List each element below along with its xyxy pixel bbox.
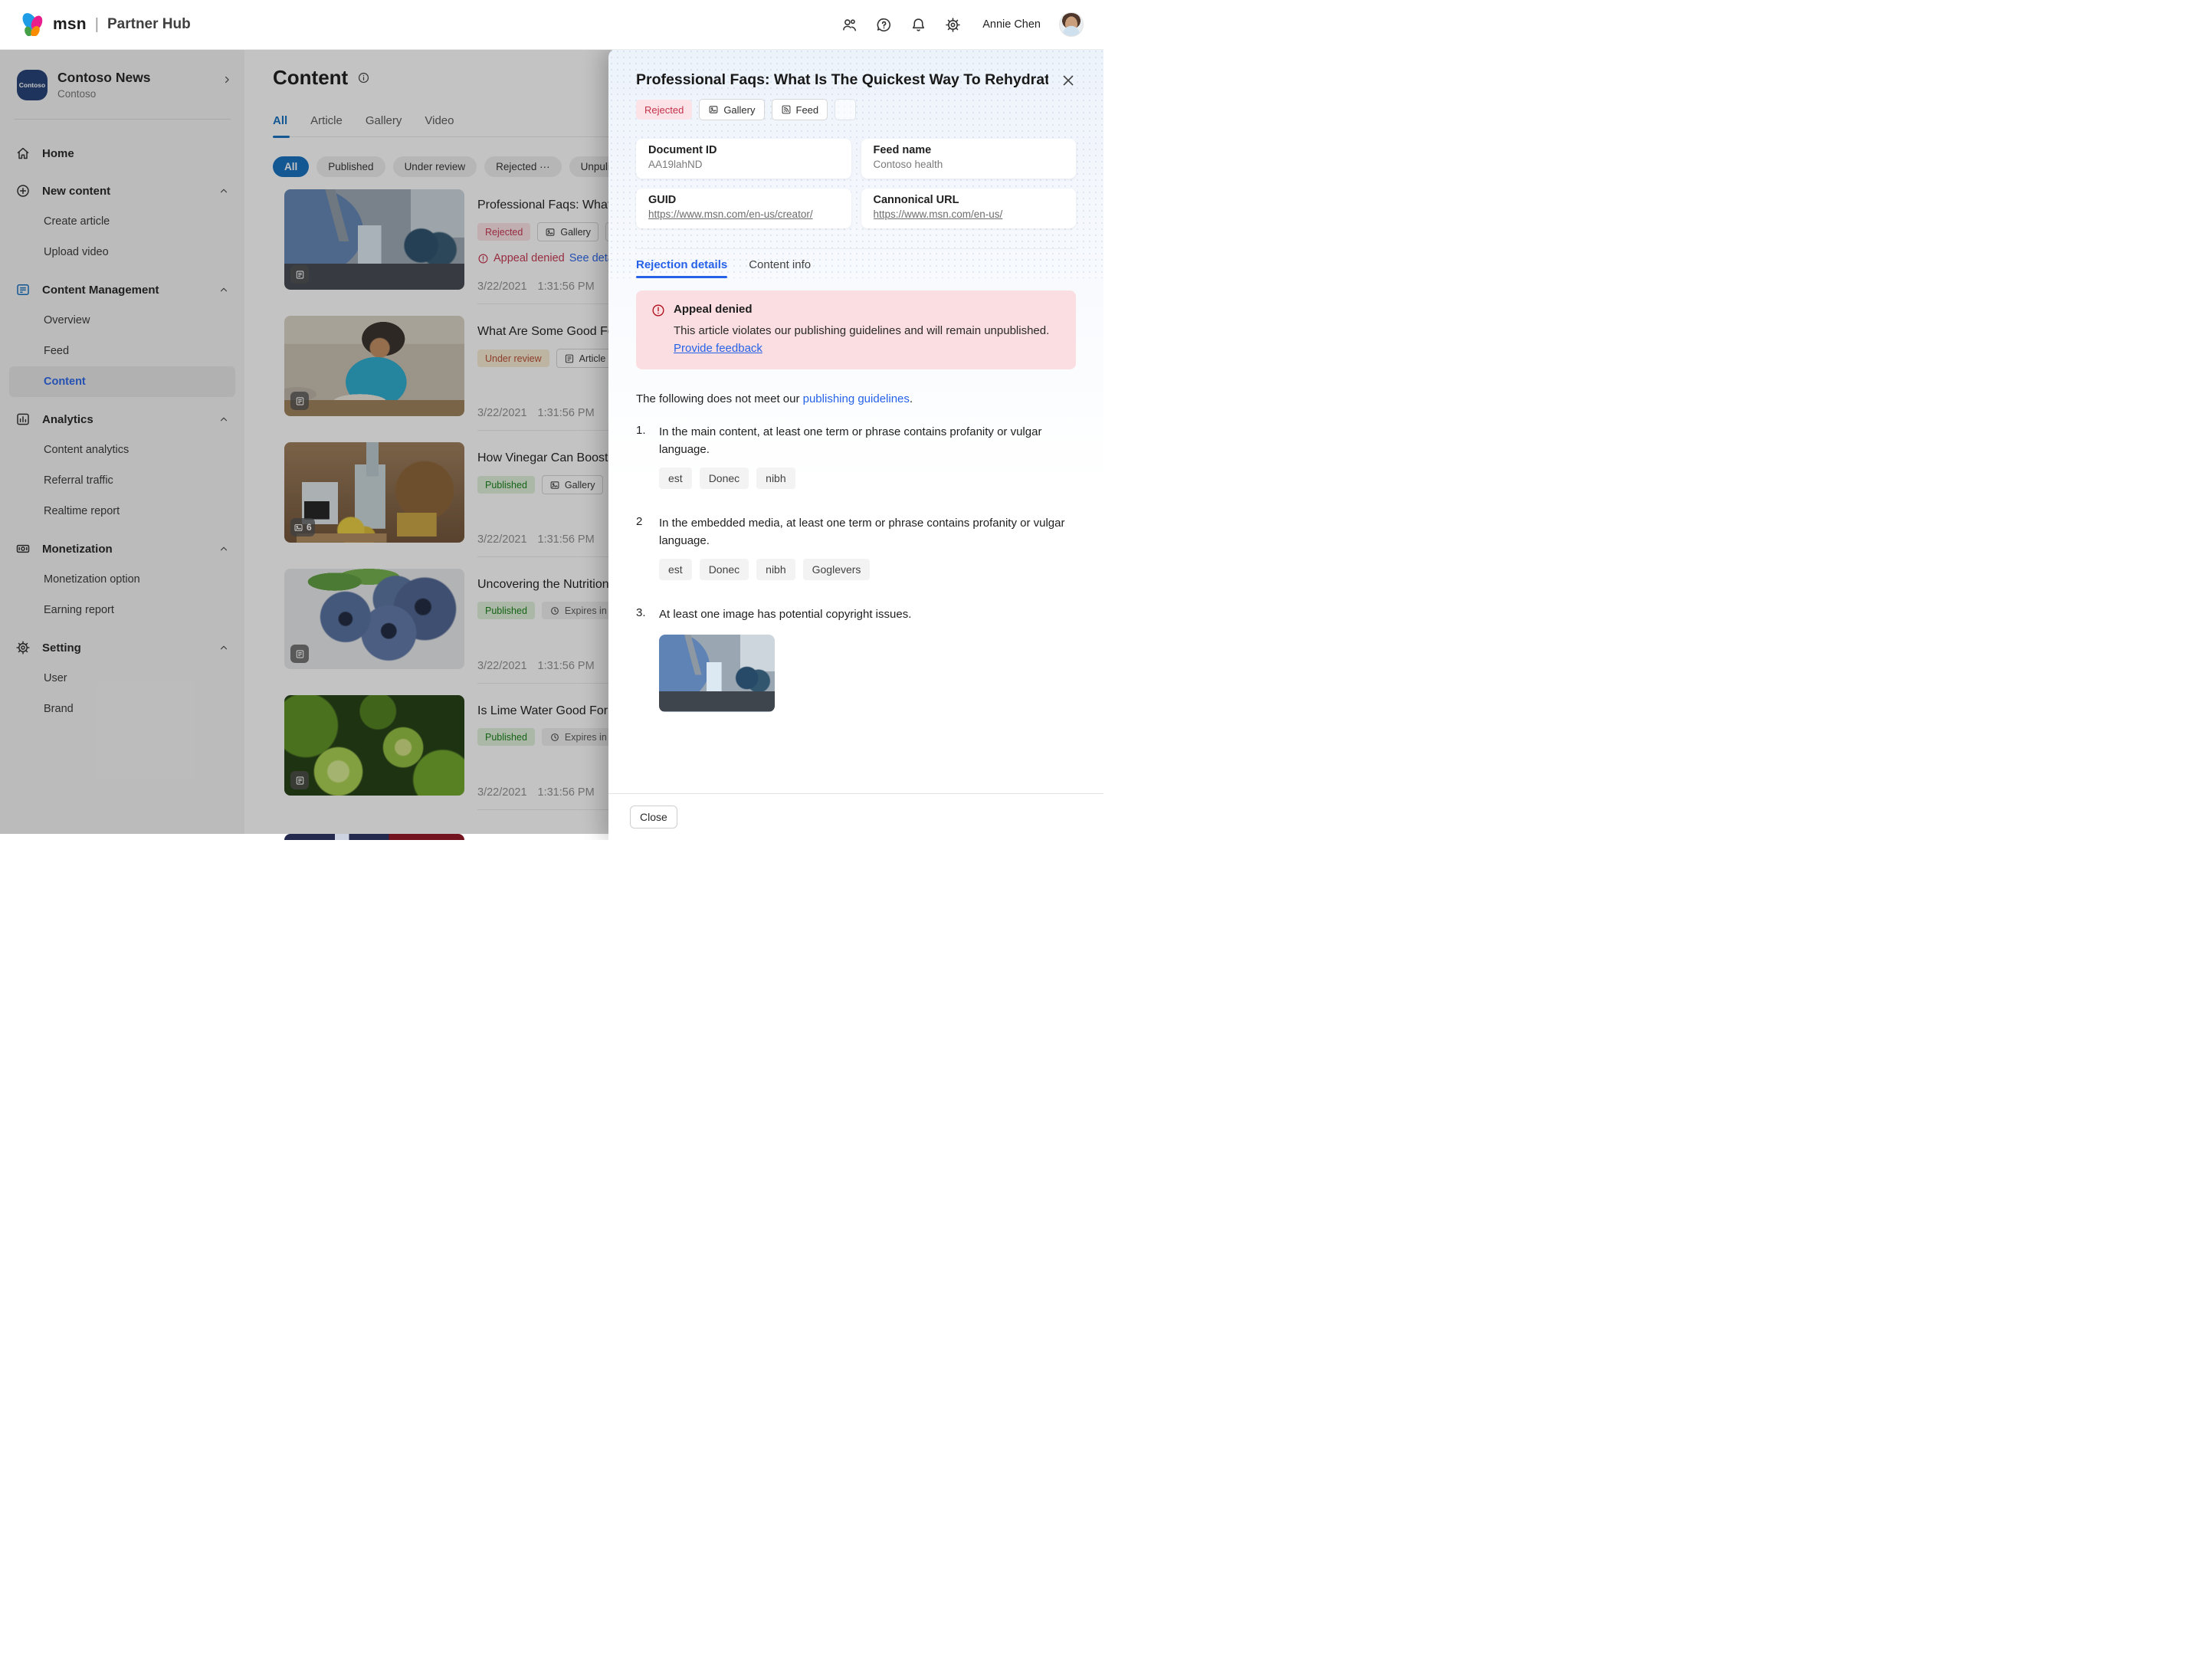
support-contact-icon[interactable] — [841, 17, 858, 33]
term-chip: Donec — [700, 468, 749, 489]
settings-gear-icon[interactable] — [945, 17, 961, 33]
field-label: Cannonical URL — [874, 194, 1064, 206]
field-label: Feed name — [874, 144, 1064, 156]
violation-item: 3. At least one image has potential copy… — [636, 606, 1076, 624]
feed-name-card: Feed name Contoso health — [861, 139, 1077, 179]
document-id-card: Document ID AA19lahND — [636, 139, 851, 179]
item-thumbnail-partial — [284, 834, 464, 840]
term-chip: est — [659, 559, 692, 580]
canonical-url-link[interactable]: https://www.msn.com/en-us/ — [874, 208, 1064, 220]
empty-badge — [835, 99, 856, 120]
appeal-denied-alert: Appeal denied This article violates our … — [636, 290, 1076, 369]
violation-text: In the embedded media, at least one term… — [659, 515, 1076, 550]
term-chip: Goglevers — [803, 559, 871, 580]
rejection-detail-panel: Professional Faqs: What Is The Quickest … — [608, 48, 1104, 840]
copyright-issue-image[interactable] — [659, 635, 775, 712]
violation-terms: est Donec nibh Goglevers — [659, 559, 1076, 580]
feed-icon — [781, 104, 792, 115]
violation-text: At least one image has potential copyrig… — [659, 606, 911, 624]
user-name[interactable]: Annie Chen — [982, 18, 1041, 31]
close-button[interactable]: Close — [630, 806, 677, 829]
type-badge: Gallery — [699, 99, 764, 120]
notifications-bell-icon[interactable] — [910, 17, 926, 33]
term-chip: est — [659, 468, 692, 489]
term-chip: nibh — [756, 468, 795, 489]
guid-card: GUID https://www.msn.com/en-us/creator/ — [636, 189, 851, 228]
panel-divider — [636, 248, 1076, 249]
product-name: Partner Hub — [107, 16, 191, 33]
feed-badge: Feed — [772, 99, 828, 120]
close-icon[interactable] — [1061, 73, 1076, 88]
violation-number: 2 — [636, 515, 659, 550]
partner-hub-app: msn | Partner Hub — [0, 0, 1104, 840]
field-value: AA19lahND — [648, 159, 839, 170]
violation-number: 1. — [636, 424, 659, 458]
panel-footer: Close — [608, 793, 1104, 840]
header-actions: Annie Chen — [841, 12, 1084, 37]
alert-icon — [651, 304, 665, 317]
alert-body: This article violates our publishing gui… — [674, 323, 1061, 357]
tab-rejection-details[interactable]: Rejection details — [636, 258, 727, 278]
document-info-cards: Document ID AA19lahND Feed name Contoso … — [636, 139, 1076, 228]
provide-feedback-link[interactable]: Provide feedback — [674, 342, 762, 355]
violation-text: In the main content, at least one term o… — [659, 424, 1076, 458]
tab-content-info[interactable]: Content info — [749, 258, 811, 278]
term-chip: Donec — [700, 559, 749, 580]
guid-link[interactable]: https://www.msn.com/en-us/creator/ — [648, 208, 839, 220]
alert-title: Appeal denied — [674, 303, 1061, 316]
publishing-guidelines-link[interactable]: publishing guidelines — [803, 392, 910, 405]
status-badge: Rejected — [636, 100, 692, 120]
panel-title: Professional Faqs: What Is The Quickest … — [636, 71, 1048, 89]
help-icon[interactable] — [876, 17, 892, 33]
violation-number: 3. — [636, 606, 659, 624]
field-value: Contoso health — [874, 159, 1064, 170]
top-header: msn | Partner Hub — [0, 0, 1104, 50]
msn-butterfly-icon — [20, 13, 46, 36]
field-label: Document ID — [648, 144, 839, 156]
violation-item: 1. In the main content, at least one ter… — [636, 424, 1076, 458]
user-avatar[interactable] — [1059, 12, 1084, 37]
brand-separator: | — [95, 16, 99, 34]
term-chip: nibh — [756, 559, 795, 580]
panel-tabs: Rejection details Content info — [636, 258, 1076, 278]
panel-badges: Rejected Gallery Feed — [636, 99, 1076, 120]
msn-logo[interactable]: msn | Partner Hub — [20, 13, 191, 36]
gallery-icon — [708, 104, 719, 115]
brand-name: msn — [53, 15, 87, 34]
field-label: GUID — [648, 194, 839, 206]
canonical-url-card: Cannonical URL https://www.msn.com/en-us… — [861, 189, 1077, 228]
violation-terms: est Donec nibh — [659, 468, 1076, 489]
violation-item: 2 In the embedded media, at least one te… — [636, 515, 1076, 550]
guidelines-intro: The following does not meet our publishi… — [636, 392, 1076, 405]
